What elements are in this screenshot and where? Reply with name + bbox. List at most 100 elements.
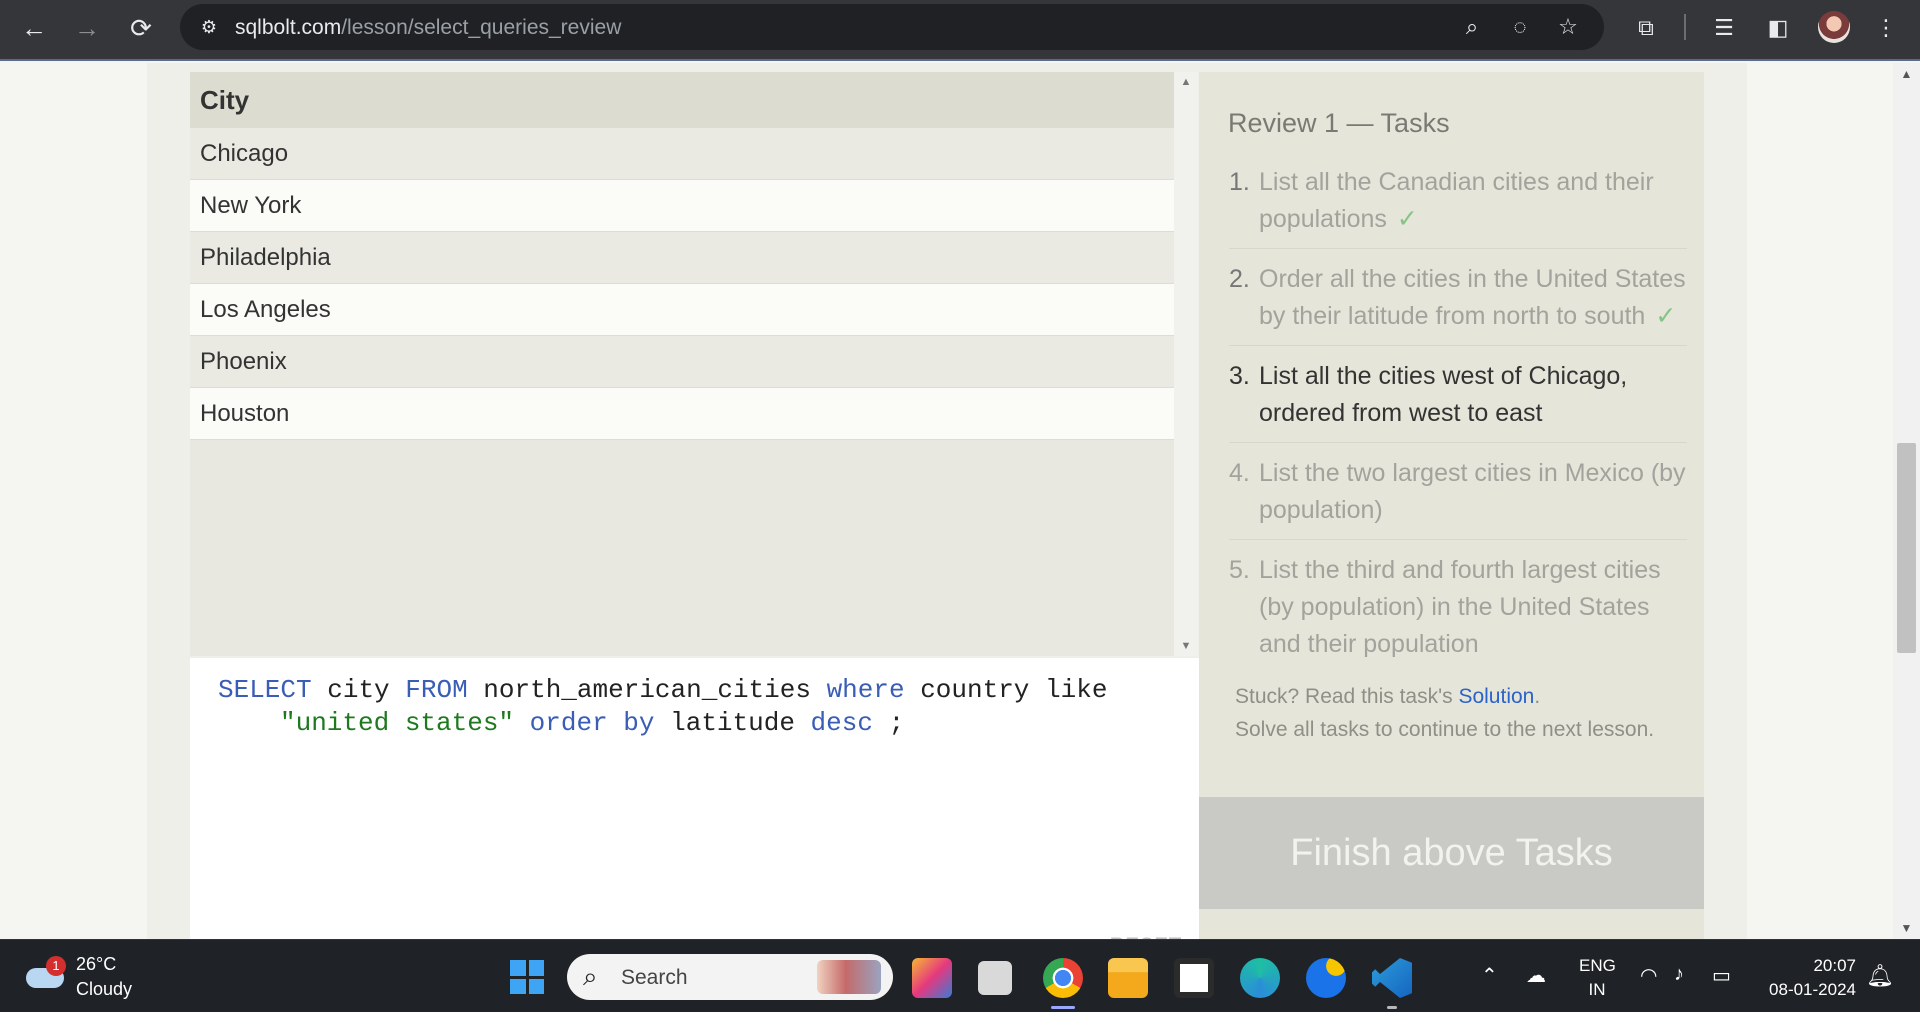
- column-header-city: City: [190, 72, 1174, 128]
- clock[interactable]: 20:07 08-01-2024: [1760, 954, 1856, 1002]
- continue-text: Solve all tasks to continue to the next …: [1235, 718, 1655, 741]
- file-explorer-icon[interactable]: [1108, 958, 1148, 998]
- table-row: Los Angeles: [190, 284, 1174, 336]
- wifi-icon[interactable]: ◠: [1640, 963, 1657, 988]
- windows-taskbar: 1 26°C Cloudy ⌕ Search ⌃ ☁ ENG IN ◠ ♪ ▭ …: [0, 939, 1920, 1012]
- table-row: Houston: [190, 388, 1174, 440]
- address-bar[interactable]: ⚙ sqlbolt.com/lesson/select_queries_revi…: [180, 4, 1604, 50]
- task-item-3: 3. List all the cities west of Chicago, …: [1229, 358, 1687, 443]
- page-scrollbar[interactable]: ▲ ▼: [1893, 63, 1920, 939]
- region-code: IN: [1588, 980, 1606, 999]
- table-row: Phoenix: [190, 336, 1174, 388]
- menu-icon[interactable]: ⋮: [1870, 12, 1902, 44]
- code-token: desc: [810, 708, 873, 738]
- toolbar-divider: [1684, 14, 1686, 40]
- task-text: List the third and fourth largest cities…: [1259, 556, 1661, 658]
- task-number: 4.: [1229, 459, 1250, 487]
- weather-badge: 1: [46, 956, 66, 976]
- weather-desc[interactable]: Cloudy: [76, 979, 132, 1000]
- solution-link[interactable]: Solution: [1458, 685, 1534, 708]
- task-text: List the two largest cities in Mexico (b…: [1259, 459, 1686, 524]
- browser-toolbar: ← → ⟳ ⚙ sqlbolt.com/lesson/select_querie…: [0, 0, 1920, 61]
- table-row: Philadelphia: [190, 232, 1174, 284]
- edge-icon[interactable]: [1240, 958, 1280, 998]
- scrollbar-thumb[interactable]: [1897, 443, 1916, 653]
- check-icon: ✓: [1396, 205, 1418, 233]
- check-icon: ✓: [1655, 302, 1677, 330]
- notification-bell-icon[interactable]: 🔔︎: [1866, 963, 1894, 989]
- stuck-text: Stuck? Read this task's: [1235, 685, 1459, 708]
- task-view-icon[interactable]: [978, 961, 1012, 995]
- language-indicator[interactable]: ENG IN: [1579, 954, 1616, 1002]
- battery-icon[interactable]: ▭: [1712, 963, 1731, 988]
- code-token: city: [327, 675, 390, 705]
- code-token: by: [623, 708, 655, 738]
- weather-temp[interactable]: 26°C: [76, 954, 116, 975]
- results-table: City Chicago New York Philadelphia Los A…: [190, 72, 1174, 656]
- copilot-icon[interactable]: [912, 958, 952, 998]
- stuck-suffix: .: [1534, 685, 1541, 708]
- task-item-1: 1. List all the Canadian cities and thei…: [1229, 164, 1687, 249]
- active-app-indicator: [1051, 1006, 1075, 1009]
- star-icon[interactable]: ☆: [1554, 13, 1582, 41]
- store-icon[interactable]: [1174, 958, 1214, 998]
- code-token: SELECT: [218, 675, 312, 705]
- code-token: order: [529, 708, 608, 738]
- media-icon[interactable]: ☰: [1708, 12, 1740, 44]
- eye-off-icon[interactable]: ◌: [1506, 13, 1534, 41]
- start-button-icon[interactable]: [510, 960, 544, 994]
- scroll-down-icon[interactable]: ▼: [1893, 921, 1920, 935]
- language-code: ENG: [1579, 956, 1616, 975]
- chrome-icon[interactable]: [1043, 958, 1083, 998]
- weather-cloud-icon[interactable]: 1: [26, 956, 66, 988]
- scroll-up-icon[interactable]: ▲: [1174, 76, 1198, 88]
- code-token: where: [826, 675, 905, 705]
- search-highlight-art: [817, 960, 881, 994]
- open-app-indicator: [1387, 1006, 1397, 1009]
- code-token: latitude: [670, 708, 795, 738]
- stuck-help: Stuck? Read this task's Solution. Solve …: [1235, 680, 1675, 746]
- code-token: ;: [888, 708, 905, 738]
- search-label: Search: [621, 966, 688, 989]
- help-icon[interactable]: [1306, 958, 1346, 998]
- scroll-down-icon[interactable]: ▼: [1174, 640, 1198, 652]
- vscode-icon[interactable]: [1372, 958, 1412, 998]
- task-number: 2.: [1229, 265, 1250, 293]
- clock-time: 20:07: [1813, 956, 1856, 975]
- task-number: 5.: [1229, 556, 1250, 584]
- extensions-icon[interactable]: ⧉: [1630, 12, 1662, 44]
- task-list: 1. List all the Canadian cities and thei…: [1229, 164, 1687, 685]
- tasks-panel: Review 1 — Tasks 1. List all the Canadia…: [1199, 72, 1704, 972]
- chevron-up-icon[interactable]: ⌃: [1481, 963, 1498, 988]
- code-token: north_american_cities: [483, 675, 811, 705]
- task-number: 3.: [1229, 362, 1250, 390]
- tasks-title: Review 1 — Tasks: [1228, 108, 1450, 138]
- finish-tasks-button[interactable]: Finish above Tasks: [1199, 797, 1704, 909]
- sql-code[interactable]: SELECT city FROM north_american_cities w…: [218, 674, 1168, 740]
- task-item-2: 2. Order all the cities in the United St…: [1229, 261, 1687, 346]
- task-number: 1.: [1229, 168, 1250, 196]
- task-text: Order all the cities in the United State…: [1259, 265, 1686, 330]
- table-row: Chicago: [190, 128, 1174, 180]
- zoom-icon[interactable]: ⌕: [1458, 13, 1486, 41]
- reload-icon[interactable]: ⟳: [123, 10, 159, 46]
- scroll-up-icon[interactable]: ▲: [1893, 67, 1920, 81]
- site-settings-icon[interactable]: ⚙: [196, 14, 222, 40]
- results-scrollbar[interactable]: ▲ ▼: [1174, 72, 1198, 656]
- volume-icon[interactable]: ♪: [1674, 963, 1684, 986]
- profile-avatar[interactable]: [1818, 11, 1850, 43]
- code-token: "united states": [280, 708, 515, 738]
- page-content: City Chicago New York Philadelphia Los A…: [0, 63, 1920, 972]
- side-panel-icon[interactable]: ◧: [1762, 12, 1794, 44]
- query-editor[interactable]: SELECT city FROM north_american_cities w…: [190, 658, 1200, 972]
- code-token: FROM: [405, 675, 468, 705]
- code-token: country: [920, 675, 1030, 705]
- back-icon[interactable]: ←: [16, 10, 52, 46]
- task-item-5: 5. List the third and fourth largest cit…: [1229, 552, 1687, 673]
- onedrive-cloud-icon[interactable]: ☁: [1526, 963, 1546, 988]
- forward-icon[interactable]: →: [69, 10, 105, 46]
- search-icon: ⌕: [583, 961, 598, 991]
- url-text[interactable]: sqlbolt.com/lesson/select_queries_review: [235, 16, 621, 40]
- clock-date: 08-01-2024: [1769, 980, 1856, 999]
- taskbar-search[interactable]: ⌕ Search: [567, 954, 893, 1000]
